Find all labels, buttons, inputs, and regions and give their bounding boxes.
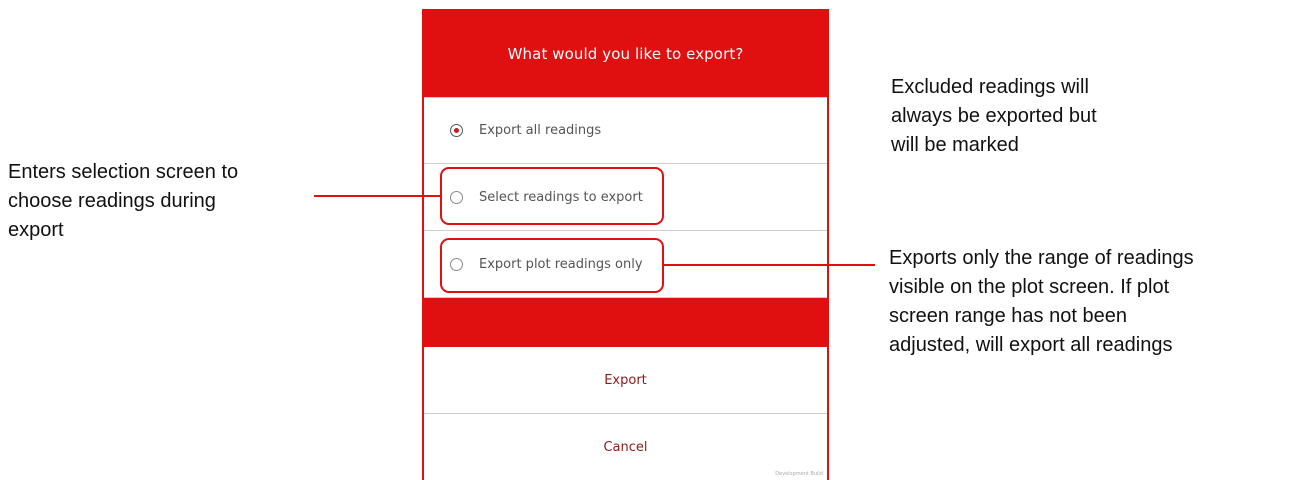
callout-line-left bbox=[314, 195, 440, 197]
watermark: Development Build bbox=[775, 471, 823, 477]
annotation-right-top: Excluded readings will always be exporte… bbox=[891, 76, 1097, 156]
radio-checked-icon[interactable] bbox=[450, 124, 463, 137]
annotation-right-bottom: Exports only the range of readings visib… bbox=[889, 247, 1194, 356]
export-button[interactable]: Export bbox=[424, 347, 827, 414]
dialog-title: What would you like to export? bbox=[507, 45, 744, 63]
cancel-button[interactable]: Cancel bbox=[424, 414, 827, 480]
option-label: Export all readings bbox=[479, 123, 602, 138]
annotation-left: Enters selection screen to choose readin… bbox=[8, 161, 239, 241]
export-button-label: Export bbox=[604, 372, 647, 388]
callout-line-right bbox=[663, 264, 875, 266]
divider-band bbox=[424, 298, 827, 347]
dialog-header: What would you like to export? bbox=[424, 11, 827, 97]
highlight-export-plot bbox=[440, 238, 664, 293]
option-export-all[interactable]: Export all readings bbox=[424, 97, 827, 164]
cancel-button-label: Cancel bbox=[603, 440, 648, 455]
highlight-select-readings bbox=[440, 167, 664, 225]
